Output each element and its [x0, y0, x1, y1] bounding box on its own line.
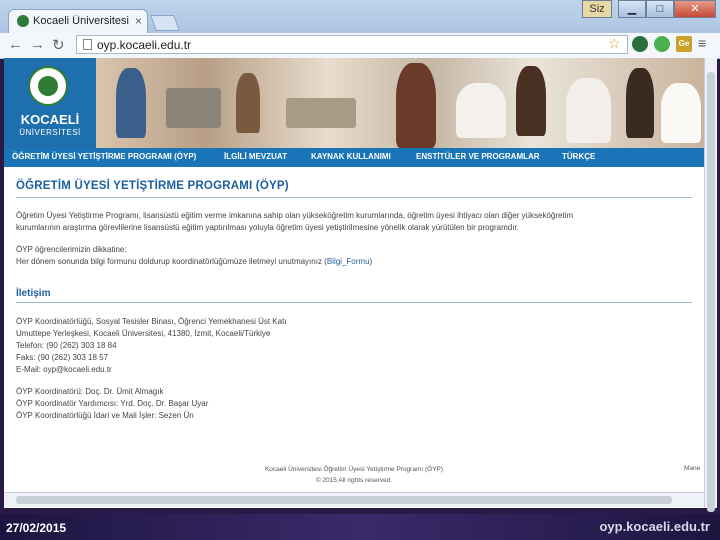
- page-viewport: KOCAELİ ÜNİVERSİTESİ ÖĞRETİM ÜYESİ YETİŞ…: [4, 58, 704, 508]
- tab-close-button[interactable]: ×: [135, 14, 142, 28]
- reload-icon[interactable]: ↻: [52, 36, 65, 54]
- contact-heading: İletişim: [16, 288, 51, 299]
- page-title: ÖĞRETİM ÜYESİ YETİŞTİRME PROGRAMI (ÖYP): [16, 180, 289, 192]
- intro-line-1: Öğretim Üyesi Yetiştirme Programı, lisan…: [16, 211, 574, 220]
- slide-footer: 27/02/2015 oyp.kocaeli.edu.tr: [0, 514, 720, 540]
- favicon-icon: [17, 15, 29, 27]
- slide-url: oyp.kocaeli.edu.tr: [599, 519, 710, 534]
- user-badge[interactable]: Siz: [582, 0, 612, 18]
- menu-icon[interactable]: ≡: [698, 35, 706, 51]
- menu-item-kaynak[interactable]: KAYNAK KULLANIMI: [311, 152, 391, 161]
- horizontal-scrollbar[interactable]: [4, 492, 704, 507]
- staff-line: ÖYP Koordinatörü: Doç. Dr. Ümit Almagık: [16, 387, 164, 396]
- slide-date: 27/02/2015: [6, 521, 67, 535]
- translate-icon[interactable]: Ge: [676, 36, 692, 52]
- bilgi-formu-link[interactable]: Bilgi_Formu: [327, 257, 370, 266]
- contact-line: Umuttepe Yerleşkesi, Kocaeli Üniversites…: [16, 329, 271, 338]
- contact-fax: Faks: (90 (262) 303 18 57: [16, 353, 109, 362]
- tab-kocaeli[interactable]: Kocaeli Üniversitesi Ö ×: [8, 9, 148, 33]
- extension-icon[interactable]: [632, 36, 648, 52]
- tab-title: Kocaeli Üniversitesi Ö: [33, 15, 131, 27]
- notice-heading: ÖYP öğrencilerimizin dikkatine:: [16, 245, 127, 254]
- header-photo: [96, 58, 704, 148]
- menu-item-mevzuat[interactable]: İLGİLİ MEVZUAT: [224, 152, 287, 161]
- forward-icon[interactable]: →: [30, 36, 45, 53]
- intro-line-2: kurumlarının araştırma görevlilerine lis…: [16, 223, 519, 232]
- logo-name: KOCAELİ: [20, 112, 80, 127]
- page-icon: [83, 39, 92, 50]
- contact-divider: [16, 302, 692, 303]
- browser-toolbar: ← → ↻ oyp.kocaeli.edu.tr ☆ Ge ≡: [0, 33, 720, 59]
- address-bar[interactable]: oyp.kocaeli.edu.tr: [76, 35, 628, 54]
- footer-right-text: Mane: [684, 465, 701, 472]
- staff-line: ÖYP Koordinatörlüğü İdari ve Mali İşler:…: [16, 411, 194, 420]
- site-logo[interactable]: KOCAELİ ÜNİVERSİTESİ: [4, 58, 96, 148]
- back-icon[interactable]: ←: [8, 36, 23, 53]
- menu-item-enstituler[interactable]: ENSTİTÜLER VE PROGRAMLAR: [416, 152, 540, 161]
- star-icon[interactable]: ☆: [608, 35, 621, 52]
- minimize-button[interactable]: ▁: [618, 0, 646, 18]
- close-window-button[interactable]: ✕: [674, 0, 716, 18]
- footer-line-1: Kocaeli Üniversitesi Öğretim Üyesi Yetiş…: [264, 466, 444, 473]
- contact-line: ÖYP Koordinatörlüğü, Sosyal Tesisler Bin…: [16, 317, 287, 326]
- chrome-icon[interactable]: [654, 36, 670, 52]
- staff-line: ÖYP Koordinatör Yardımcısı: Yrd. Doç. Dr…: [16, 399, 209, 408]
- logo-subtitle: ÜNİVERSİTESİ: [19, 128, 81, 137]
- notice-text: Her dönem sonunda bilgi formunu doldurup…: [16, 257, 373, 266]
- contact-phone: Telefon: (90 (262) 303 18 84: [16, 341, 117, 350]
- menu-item-turkce[interactable]: TÜRKÇE: [562, 152, 595, 161]
- vertical-scrollbar[interactable]: [704, 58, 717, 512]
- footer-line-2: © 2015 All rights reserved.: [315, 477, 393, 484]
- menu-item-oyp[interactable]: ÖĞRETİM ÜYESİ YETİŞTİRME PROGRAMI (ÖYP): [12, 152, 196, 161]
- contact-email[interactable]: E-Mail: oyp@kocaeli.edu.tr: [16, 364, 112, 375]
- maximize-button[interactable]: □: [646, 0, 674, 18]
- emblem-icon: [28, 66, 68, 106]
- title-divider: [16, 197, 692, 198]
- site-menu: ÖĞRETİM ÜYESİ YETİŞTİRME PROGRAMI (ÖYP) …: [4, 148, 704, 167]
- address-text: oyp.kocaeli.edu.tr: [97, 38, 192, 52]
